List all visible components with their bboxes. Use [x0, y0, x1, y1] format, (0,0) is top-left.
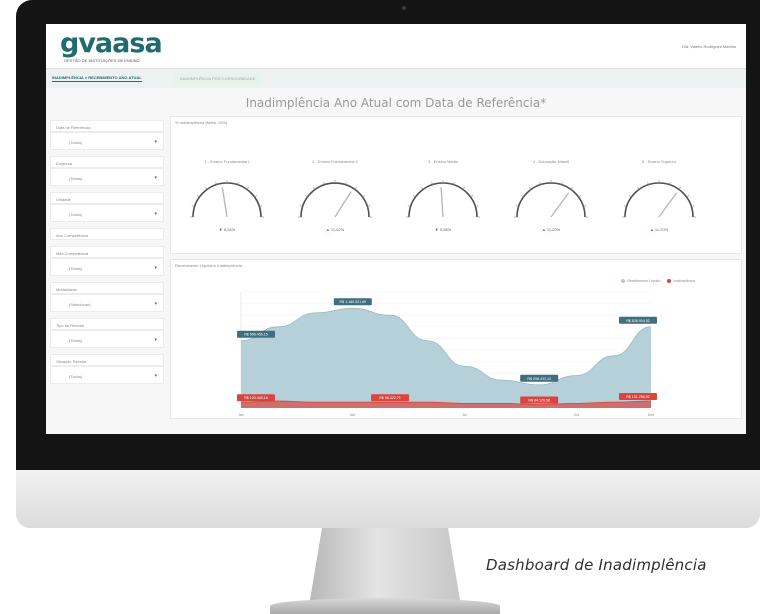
chevron-down-icon: ▾	[154, 301, 157, 307]
filter-select-mes-competencia[interactable]: (Todos) ▾	[50, 258, 164, 276]
gauge-name-1: 1 - Ensino Fundamental I	[204, 159, 250, 164]
gauge-value-1: ▼ 8,04%	[218, 227, 236, 232]
x-tick-label: Out	[574, 413, 580, 417]
chevron-down-icon: ▾	[154, 211, 157, 217]
data-label: R$ 98.322,71	[371, 394, 410, 402]
filter-value: (Todos)	[69, 212, 83, 217]
gauge-name-2: 2 - Ensino Fundamental II	[312, 159, 358, 164]
data-label: R$ 298.432,10	[520, 374, 559, 382]
gauge-arc	[300, 182, 370, 218]
filter-label-data-referencia: Data de Referência	[50, 120, 164, 132]
filter-select-situacao-receita[interactable]: (Todos) ▾	[50, 366, 164, 384]
data-label-text: R$ 120.440,18	[244, 396, 268, 400]
x-tick-label: Jul	[462, 413, 467, 417]
dashboard-screen: gvaasa GESTÃO DE INSTITUIÇÕES DE ENSINO …	[46, 24, 746, 434]
filter-label-mes-competencia: Mês Competência	[50, 246, 164, 258]
gauge-name-4: 4 - Educação Infantil	[532, 159, 570, 164]
data-label-text: R$ 131.256,92	[626, 395, 650, 399]
monitor-stand	[310, 528, 460, 600]
filter-label-situacao-receita: Situação Receita	[50, 354, 164, 366]
filter-select-unidade[interactable]: (Todos) ▾	[50, 204, 164, 222]
filter-select-modalidade[interactable]: (Selecionar) ▾	[50, 294, 164, 312]
data-label: R$ 120.440,18	[237, 394, 275, 402]
data-label-text: R$ 84.120,58	[528, 399, 550, 403]
data-label-text: R$ 98.322,71	[379, 396, 401, 400]
x-tick-label: Abr	[350, 413, 356, 417]
filter-value: (Selecionar)	[69, 302, 91, 307]
gauge-arc	[516, 182, 586, 218]
filter-label-ano-competencia[interactable]: Ano Competência	[50, 228, 164, 240]
filter-value: (Todos)	[69, 176, 83, 181]
app-logo[interactable]: gvaasa	[60, 28, 163, 59]
gauge-needle	[440, 187, 444, 218]
tab-inadimplencia-curso[interactable]: INADIMPLÊNCIA POR CURSO/UNIDADE	[174, 73, 262, 85]
filter-label-empresa: Empresa	[50, 156, 164, 168]
gauge-needle	[550, 192, 570, 218]
filter-select-data-referencia[interactable]: (Todos) ▾	[50, 132, 164, 150]
page-title: Inadimplência Ano Atual com Data de Refe…	[245, 96, 547, 110]
monitor-stand-base	[270, 598, 500, 614]
filter-value: (Todos)	[69, 374, 83, 379]
chart-panel: Recebimento Líquido e Inadimplência Rece…	[170, 259, 742, 419]
filter-value: (Todos)	[69, 266, 83, 271]
top-bar: gvaasa GESTÃO DE INSTITUIÇÕES DE ENSINO …	[46, 24, 746, 68]
series-area-recebimento	[241, 308, 651, 408]
gauge-arc	[192, 182, 262, 218]
tab-inadimplencia-recebimento[interactable]: INADIMPLÊNCIA × RECEBIMENTO ANO ATUAL	[52, 75, 142, 82]
chevron-down-icon: ▾	[154, 139, 157, 145]
x-tick-label: Jan	[238, 413, 244, 417]
gauge-needle	[658, 192, 678, 218]
data-label-text: R$ 596.456,15	[244, 333, 268, 337]
data-label: R$ 131.256,92	[619, 393, 657, 401]
image-caption: Dashboard de Inadimplência	[486, 556, 707, 574]
data-label-text: R$ 1.180.321,69	[340, 300, 367, 304]
data-label: R$ 596.456,15	[237, 330, 275, 338]
chart-svg: R$ 596.456,15 R$ 1.180.321,69 R$ 298.432,1…	[237, 291, 657, 417]
gauge-needle	[334, 191, 352, 218]
chevron-down-icon: ▾	[154, 373, 157, 379]
user-greeting[interactable]: Olá, Valerio Rodrigues Martins	[682, 44, 736, 49]
gauges-panel: % Inadimplência (Meta: 10%) 1 - Ensino F…	[170, 116, 742, 254]
data-label: R$ 1.180.321,69	[333, 298, 372, 306]
gauge-value-5: ▲ 11,20%	[649, 227, 669, 232]
filter-select-tipo-receita[interactable]: (Todos) ▾	[50, 330, 164, 348]
chevron-down-icon: ▾	[154, 175, 157, 181]
gauge-name-5: 5 - Ensino Superior	[641, 159, 677, 164]
monitor-chin	[16, 470, 760, 528]
filter-select-empresa[interactable]: (Todos) ▾	[50, 168, 164, 186]
data-label: R$ 838.904,52	[619, 316, 657, 324]
filter-value: (Todos)	[69, 338, 83, 343]
chevron-down-icon: ▾	[154, 337, 157, 343]
gauge-name-3: 3 - Ensino Médio	[427, 159, 458, 164]
filter-label-unidade: Unidade	[50, 192, 164, 204]
filter-sidebar: Data de Referência (Todos) ▾ Empresa (Tod…	[46, 116, 166, 434]
gauge-value-2: ▲ 11,02%	[325, 227, 345, 232]
filter-value: (Todos)	[69, 140, 83, 145]
filter-label-tipo-receita: Tipo de Receita	[50, 318, 164, 330]
x-tick-label: Dez	[648, 413, 655, 417]
camera-icon	[402, 6, 406, 10]
gauge-value-4: ▲ 11,20%	[541, 227, 561, 232]
filter-label-modalidade: Modalidade	[50, 282, 164, 294]
tab-bar: INADIMPLÊNCIA × RECEBIMENTO ANO ATUAL IN…	[46, 68, 746, 88]
gauge-arc	[624, 182, 694, 218]
chevron-down-icon: ▾	[154, 265, 157, 271]
gauge-needle	[221, 187, 228, 218]
logo-tagline: GESTÃO DE INSTITUIÇÕES DE ENSINO	[64, 58, 140, 63]
data-label-text: R$ 838.904,52	[626, 319, 650, 323]
data-label: R$ 84.120,58	[520, 396, 559, 404]
gauges-svg	[190, 180, 696, 218]
data-label-text: R$ 298.432,10	[527, 377, 551, 381]
gauge-value-3: ▼ 9,58%	[434, 227, 452, 232]
